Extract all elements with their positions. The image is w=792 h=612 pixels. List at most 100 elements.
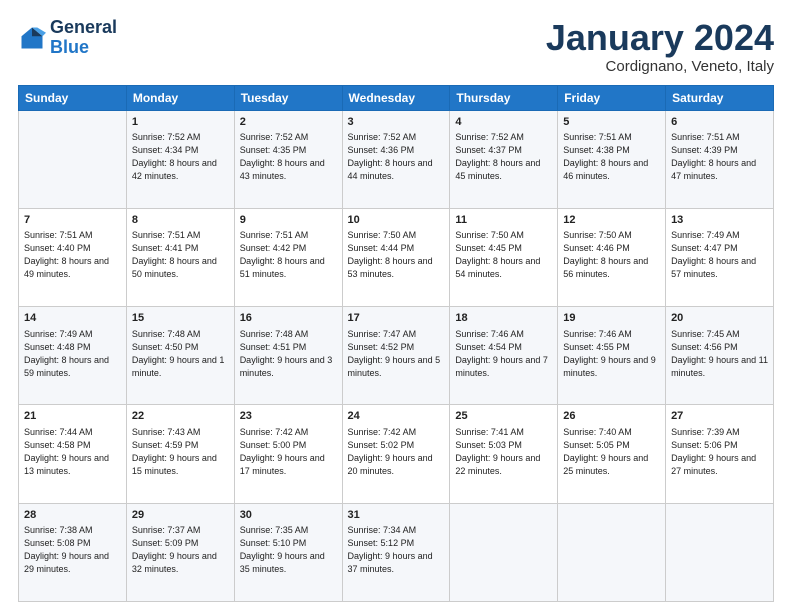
calendar-cell: 8Sunrise: 7:51 AMSunset: 4:41 PMDaylight… bbox=[126, 208, 234, 306]
logo-icon bbox=[18, 24, 46, 52]
day-header-friday: Friday bbox=[558, 85, 666, 110]
day-number: 16 bbox=[240, 311, 337, 326]
calendar-table: SundayMondayTuesdayWednesdayThursdayFrid… bbox=[18, 85, 774, 602]
calendar-cell: 21 Sunrise: 7:44 AMSunset: 4:58 PMDayligh… bbox=[19, 405, 127, 503]
day-header-saturday: Saturday bbox=[666, 85, 774, 110]
calendar-cell: 10Sunrise: 7:50 AMSunset: 4:44 PMDayligh… bbox=[342, 208, 450, 306]
calendar-body: 1Sunrise: 7:52 AMSunset: 4:34 PMDaylight… bbox=[19, 110, 774, 601]
cell-info: Sunrise: 7:42 AMSunset: 5:00 PMDaylight:… bbox=[240, 426, 337, 478]
cell-info: Sunrise: 7:52 AMSunset: 4:34 PMDaylight:… bbox=[132, 131, 229, 183]
calendar-cell: 29Sunrise: 7:37 AMSunset: 5:09 PMDayligh… bbox=[126, 503, 234, 601]
day-header-wednesday: Wednesday bbox=[342, 85, 450, 110]
cell-info: Sunrise: 7:38 AMSunset: 5:08 PMDaylight:… bbox=[24, 524, 121, 576]
calendar-week-row: 28Sunrise: 7:38 AMSunset: 5:08 PMDayligh… bbox=[19, 503, 774, 601]
day-number: 19 bbox=[563, 311, 660, 326]
calendar-cell: 14 Sunrise: 7:49 AMSunset: 4:48 PMDayligh… bbox=[19, 307, 127, 405]
calendar-cell: 31Sunrise: 7:34 AMSunset: 5:12 PMDayligh… bbox=[342, 503, 450, 601]
cell-info: Sunrise: 7:49 AMSunset: 4:48 PMDaylight:… bbox=[24, 328, 121, 380]
calendar-cell: 6Sunrise: 7:51 AMSunset: 4:39 PMDaylight… bbox=[666, 110, 774, 208]
calendar-cell bbox=[450, 503, 558, 601]
calendar-cell: 25 Sunrise: 7:41 AMSunset: 5:03 PMDayligh… bbox=[450, 405, 558, 503]
cell-info: Sunrise: 7:50 AMSunset: 4:44 PMDaylight:… bbox=[348, 229, 445, 281]
day-header-sunday: Sunday bbox=[19, 85, 127, 110]
cell-info: Sunrise: 7:40 AMSunset: 5:05 PMDaylight:… bbox=[563, 426, 660, 478]
calendar-week-row: 21 Sunrise: 7:44 AMSunset: 4:58 PMDayligh… bbox=[19, 405, 774, 503]
day-header-monday: Monday bbox=[126, 85, 234, 110]
day-number: 4 bbox=[455, 115, 552, 130]
calendar-cell: 19 Sunrise: 7:46 AMSunset: 4:55 PMDayligh… bbox=[558, 307, 666, 405]
calendar-cell: 12Sunrise: 7:50 AMSunset: 4:46 PMDayligh… bbox=[558, 208, 666, 306]
calendar-week-row: 7Sunrise: 7:51 AMSunset: 4:40 PMDaylight… bbox=[19, 208, 774, 306]
cell-info: Sunrise: 7:48 AMSunset: 4:51 PMDaylight:… bbox=[240, 328, 337, 380]
day-number: 5 bbox=[563, 115, 660, 130]
calendar-cell: 23 Sunrise: 7:42 AMSunset: 5:00 PMDayligh… bbox=[234, 405, 342, 503]
calendar-week-row: 1Sunrise: 7:52 AMSunset: 4:34 PMDaylight… bbox=[19, 110, 774, 208]
day-number: 24 bbox=[348, 409, 445, 424]
day-number: 25 bbox=[455, 409, 552, 424]
day-number: 9 bbox=[240, 213, 337, 228]
day-number: 12 bbox=[563, 213, 660, 228]
cell-info: Sunrise: 7:45 AMSunset: 4:56 PMDaylight:… bbox=[671, 328, 768, 380]
cell-info: Sunrise: 7:34 AMSunset: 5:12 PMDaylight:… bbox=[348, 524, 445, 576]
cell-info: Sunrise: 7:39 AMSunset: 5:06 PMDaylight:… bbox=[671, 426, 768, 478]
calendar-cell: 28Sunrise: 7:38 AMSunset: 5:08 PMDayligh… bbox=[19, 503, 127, 601]
day-number: 27 bbox=[671, 409, 768, 424]
calendar-cell: 2Sunrise: 7:52 AMSunset: 4:35 PMDaylight… bbox=[234, 110, 342, 208]
day-number: 23 bbox=[240, 409, 337, 424]
calendar-cell: 17Sunrise: 7:47 AMSunset: 4:52 PMDayligh… bbox=[342, 307, 450, 405]
cell-info: Sunrise: 7:51 AMSunset: 4:40 PMDaylight:… bbox=[24, 229, 121, 281]
calendar-cell: 11Sunrise: 7:50 AMSunset: 4:45 PMDayligh… bbox=[450, 208, 558, 306]
calendar-cell: 26 Sunrise: 7:40 AMSunset: 5:05 PMDayligh… bbox=[558, 405, 666, 503]
cell-info: Sunrise: 7:52 AMSunset: 4:36 PMDaylight:… bbox=[348, 131, 445, 183]
day-number: 10 bbox=[348, 213, 445, 228]
cell-info: Sunrise: 7:46 AMSunset: 4:55 PMDaylight:… bbox=[563, 328, 660, 380]
day-number: 26 bbox=[563, 409, 660, 424]
calendar-cell: 3Sunrise: 7:52 AMSunset: 4:36 PMDaylight… bbox=[342, 110, 450, 208]
calendar-cell: 4Sunrise: 7:52 AMSunset: 4:37 PMDaylight… bbox=[450, 110, 558, 208]
day-number: 28 bbox=[24, 508, 121, 523]
cell-info: Sunrise: 7:51 AMSunset: 4:41 PMDaylight:… bbox=[132, 229, 229, 281]
cell-info: Sunrise: 7:48 AMSunset: 4:50 PMDaylight:… bbox=[132, 328, 229, 380]
cell-info: Sunrise: 7:50 AMSunset: 4:46 PMDaylight:… bbox=[563, 229, 660, 281]
day-number: 31 bbox=[348, 508, 445, 523]
logo-text: General Blue bbox=[50, 18, 117, 58]
day-header-thursday: Thursday bbox=[450, 85, 558, 110]
day-number: 18 bbox=[455, 311, 552, 326]
cell-info: Sunrise: 7:41 AMSunset: 5:03 PMDaylight:… bbox=[455, 426, 552, 478]
cell-info: Sunrise: 7:37 AMSunset: 5:09 PMDaylight:… bbox=[132, 524, 229, 576]
day-number: 14 bbox=[24, 311, 121, 326]
day-number: 30 bbox=[240, 508, 337, 523]
calendar-cell: 27 Sunrise: 7:39 AMSunset: 5:06 PMDayligh… bbox=[666, 405, 774, 503]
calendar-subtitle: Cordignano, Veneto, Italy bbox=[546, 58, 774, 75]
day-number: 3 bbox=[348, 115, 445, 130]
calendar-cell: 9Sunrise: 7:51 AMSunset: 4:42 PMDaylight… bbox=[234, 208, 342, 306]
cell-info: Sunrise: 7:35 AMSunset: 5:10 PMDaylight:… bbox=[240, 524, 337, 576]
calendar-cell: 13Sunrise: 7:49 AMSunset: 4:47 PMDayligh… bbox=[666, 208, 774, 306]
day-number: 21 bbox=[24, 409, 121, 424]
day-number: 15 bbox=[132, 311, 229, 326]
cell-info: Sunrise: 7:51 AMSunset: 4:38 PMDaylight:… bbox=[563, 131, 660, 183]
cell-info: Sunrise: 7:46 AMSunset: 4:54 PMDaylight:… bbox=[455, 328, 552, 380]
cell-info: Sunrise: 7:47 AMSunset: 4:52 PMDaylight:… bbox=[348, 328, 445, 380]
calendar-header: SundayMondayTuesdayWednesdayThursdayFrid… bbox=[19, 85, 774, 110]
header-row: SundayMondayTuesdayWednesdayThursdayFrid… bbox=[19, 85, 774, 110]
day-number: 11 bbox=[455, 213, 552, 228]
day-number: 2 bbox=[240, 115, 337, 130]
calendar-cell: 15 Sunrise: 7:48 AMSunset: 4:50 PMDayligh… bbox=[126, 307, 234, 405]
day-number: 20 bbox=[671, 311, 768, 326]
day-header-tuesday: Tuesday bbox=[234, 85, 342, 110]
title-block: January 2024 Cordignano, Veneto, Italy bbox=[546, 18, 774, 75]
cell-info: Sunrise: 7:44 AMSunset: 4:58 PMDaylight:… bbox=[24, 426, 121, 478]
day-number: 1 bbox=[132, 115, 229, 130]
calendar-cell: 7Sunrise: 7:51 AMSunset: 4:40 PMDaylight… bbox=[19, 208, 127, 306]
calendar-cell: 30Sunrise: 7:35 AMSunset: 5:10 PMDayligh… bbox=[234, 503, 342, 601]
cell-info: Sunrise: 7:51 AMSunset: 4:39 PMDaylight:… bbox=[671, 131, 768, 183]
logo: General Blue bbox=[18, 18, 117, 58]
day-number: 8 bbox=[132, 213, 229, 228]
cell-info: Sunrise: 7:43 AMSunset: 4:59 PMDaylight:… bbox=[132, 426, 229, 478]
cell-info: Sunrise: 7:50 AMSunset: 4:45 PMDaylight:… bbox=[455, 229, 552, 281]
calendar-cell: 22Sunrise: 7:43 AMSunset: 4:59 PMDayligh… bbox=[126, 405, 234, 503]
day-number: 29 bbox=[132, 508, 229, 523]
calendar-cell: 1Sunrise: 7:52 AMSunset: 4:34 PMDaylight… bbox=[126, 110, 234, 208]
calendar-cell bbox=[19, 110, 127, 208]
